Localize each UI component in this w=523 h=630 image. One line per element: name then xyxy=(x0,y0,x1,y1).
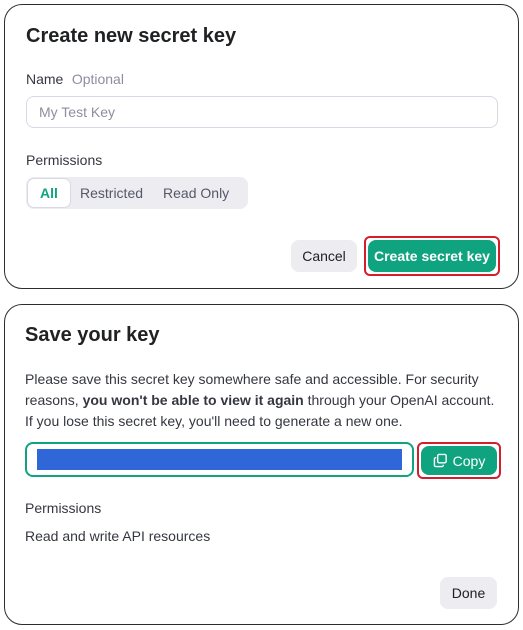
save-permissions-label: Permissions xyxy=(25,500,102,516)
permissions-segmented-control: All Restricted Read Only xyxy=(26,177,248,209)
permissions-value: Read and write API resources xyxy=(25,528,211,544)
secret-key-redaction xyxy=(37,449,402,470)
save-dialog-title: Save your key xyxy=(25,324,160,346)
copy-button-highlight: Copy xyxy=(417,442,501,479)
permission-option-restricted[interactable]: Restricted xyxy=(70,179,153,207)
create-button-highlight: Create secret key xyxy=(364,236,500,276)
permission-option-read-only[interactable]: Read Only xyxy=(153,179,239,207)
permissions-label: Permissions xyxy=(26,152,103,168)
copy-icon xyxy=(433,453,447,468)
save-dialog-description: Please save this secret key somewhere sa… xyxy=(25,369,505,432)
description-bold-warning: you won't be able to view it again xyxy=(82,392,304,408)
secret-key-field[interactable] xyxy=(25,442,414,477)
name-label: Name xyxy=(26,71,64,87)
permission-option-all[interactable]: All xyxy=(28,179,70,207)
copy-label: Copy xyxy=(452,452,486,469)
done-button[interactable]: Done xyxy=(440,577,497,609)
create-secret-key-dialog: Create new secret key Name Optional Perm… xyxy=(4,4,519,289)
name-input[interactable] xyxy=(26,96,498,128)
name-label-row: Name Optional xyxy=(26,71,124,89)
name-optional-hint: Optional xyxy=(71,71,124,87)
cancel-button[interactable]: Cancel xyxy=(291,240,357,272)
save-key-dialog: Save your key Please save this secret ke… xyxy=(4,304,519,625)
create-dialog-title: Create new secret key xyxy=(26,25,237,47)
copy-button[interactable]: Copy xyxy=(421,446,497,475)
create-secret-key-button[interactable]: Create secret key xyxy=(368,240,496,272)
